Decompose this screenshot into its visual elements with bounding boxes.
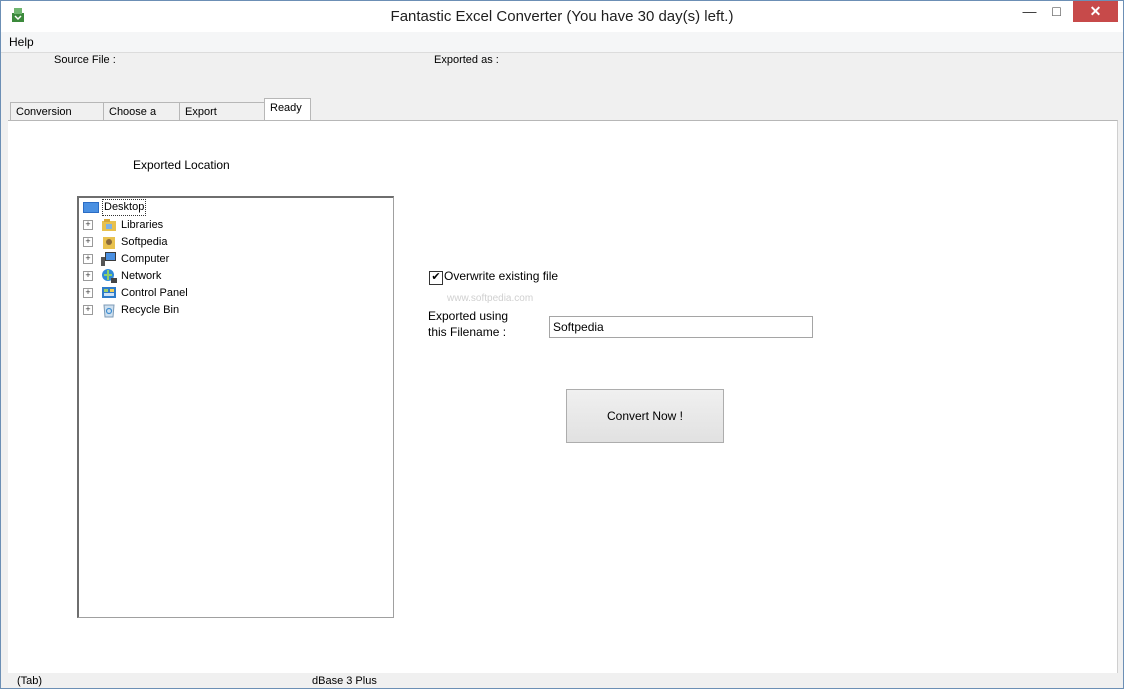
tree-item-recycle-bin[interactable]: + Recycle Bin: [79, 302, 379, 318]
expand-icon[interactable]: +: [83, 271, 93, 281]
expand-icon[interactable]: +: [83, 237, 93, 247]
status-format: dBase 3 Plus: [312, 675, 377, 687]
tree-label-network: Network: [121, 270, 162, 282]
menu-help[interactable]: Help: [7, 35, 36, 49]
expand-icon[interactable]: +: [83, 305, 93, 315]
expand-icon[interactable]: +: [83, 220, 93, 230]
tree-label-control-panel: Control Panel: [121, 287, 188, 299]
close-button[interactable]: ✕: [1073, 1, 1118, 22]
network-icon: [102, 269, 117, 283]
user-folder-icon: [103, 237, 115, 249]
tree-label-recycle-bin: Recycle Bin: [121, 304, 180, 316]
filename-label: Exported using this Filename :: [428, 308, 528, 340]
app-window: Fantastic Excel Converter (You have 30 d…: [0, 0, 1124, 689]
tree-item-computer[interactable]: + Computer: [79, 251, 379, 267]
tree-label-desktop: Desktop: [102, 199, 147, 216]
tree-item-desktop[interactable]: Desktop: [79, 199, 379, 216]
tab-ready[interactable]: Ready: [264, 98, 311, 121]
desktop-icon: [83, 202, 99, 213]
overwrite-label[interactable]: Overwrite existing file: [444, 269, 558, 283]
control-panel-icon: [102, 287, 116, 298]
overwrite-checkbox[interactable]: ✔: [429, 271, 443, 285]
libraries-icon: [102, 219, 116, 231]
status-bar: (Tab) dBase 3 Plus: [8, 673, 1117, 688]
tree-item-control-panel[interactable]: + Control Panel: [79, 285, 379, 301]
expand-icon[interactable]: +: [83, 288, 93, 298]
source-file-label: Source File :: [54, 54, 116, 66]
status-left: (Tab): [17, 675, 43, 687]
tab-export-settings[interactable]: Export Settings: [179, 102, 265, 136]
ready-tab-panel: Exported Location Desktop + Libraries +: [8, 120, 1118, 673]
filename-label-line1: Exported using: [428, 309, 509, 323]
tree-item-network[interactable]: + Network: [79, 268, 379, 284]
tree-label-computer: Computer: [121, 253, 170, 265]
tab-conversion-type[interactable]: Conversion Type: [10, 102, 104, 136]
tree-label-libraries: Libraries: [121, 219, 164, 231]
filename-label-line2: this Filename :: [428, 325, 507, 339]
convert-now-button[interactable]: Convert Now !: [566, 389, 724, 443]
menu-bar: Help: [1, 32, 1123, 53]
folder-tree[interactable]: Desktop + Libraries + Softpedia + Comput…: [77, 196, 394, 618]
tree-item-softpedia[interactable]: + Softpedia: [79, 234, 379, 250]
title-bar[interactable]: Fantastic Excel Converter (You have 30 d…: [1, 1, 1123, 32]
computer-icon: [101, 252, 116, 266]
window-title: Fantastic Excel Converter (You have 30 d…: [390, 8, 734, 25]
tab-choose-file[interactable]: Choose a File: [103, 102, 180, 136]
exported-location-label: Exported Location: [133, 158, 230, 172]
recycle-bin-icon: [103, 304, 115, 318]
maximize-button[interactable]: □: [1043, 1, 1070, 22]
exported-as-label: Exported as :: [434, 54, 499, 66]
tree-item-libraries[interactable]: + Libraries: [79, 217, 379, 233]
minimize-button[interactable]: —: [1016, 1, 1043, 22]
watermark-text: www.softpedia.com: [447, 293, 534, 304]
expand-icon[interactable]: +: [83, 254, 93, 264]
tree-label-softpedia: Softpedia: [121, 236, 168, 248]
filename-input[interactable]: [549, 316, 813, 338]
